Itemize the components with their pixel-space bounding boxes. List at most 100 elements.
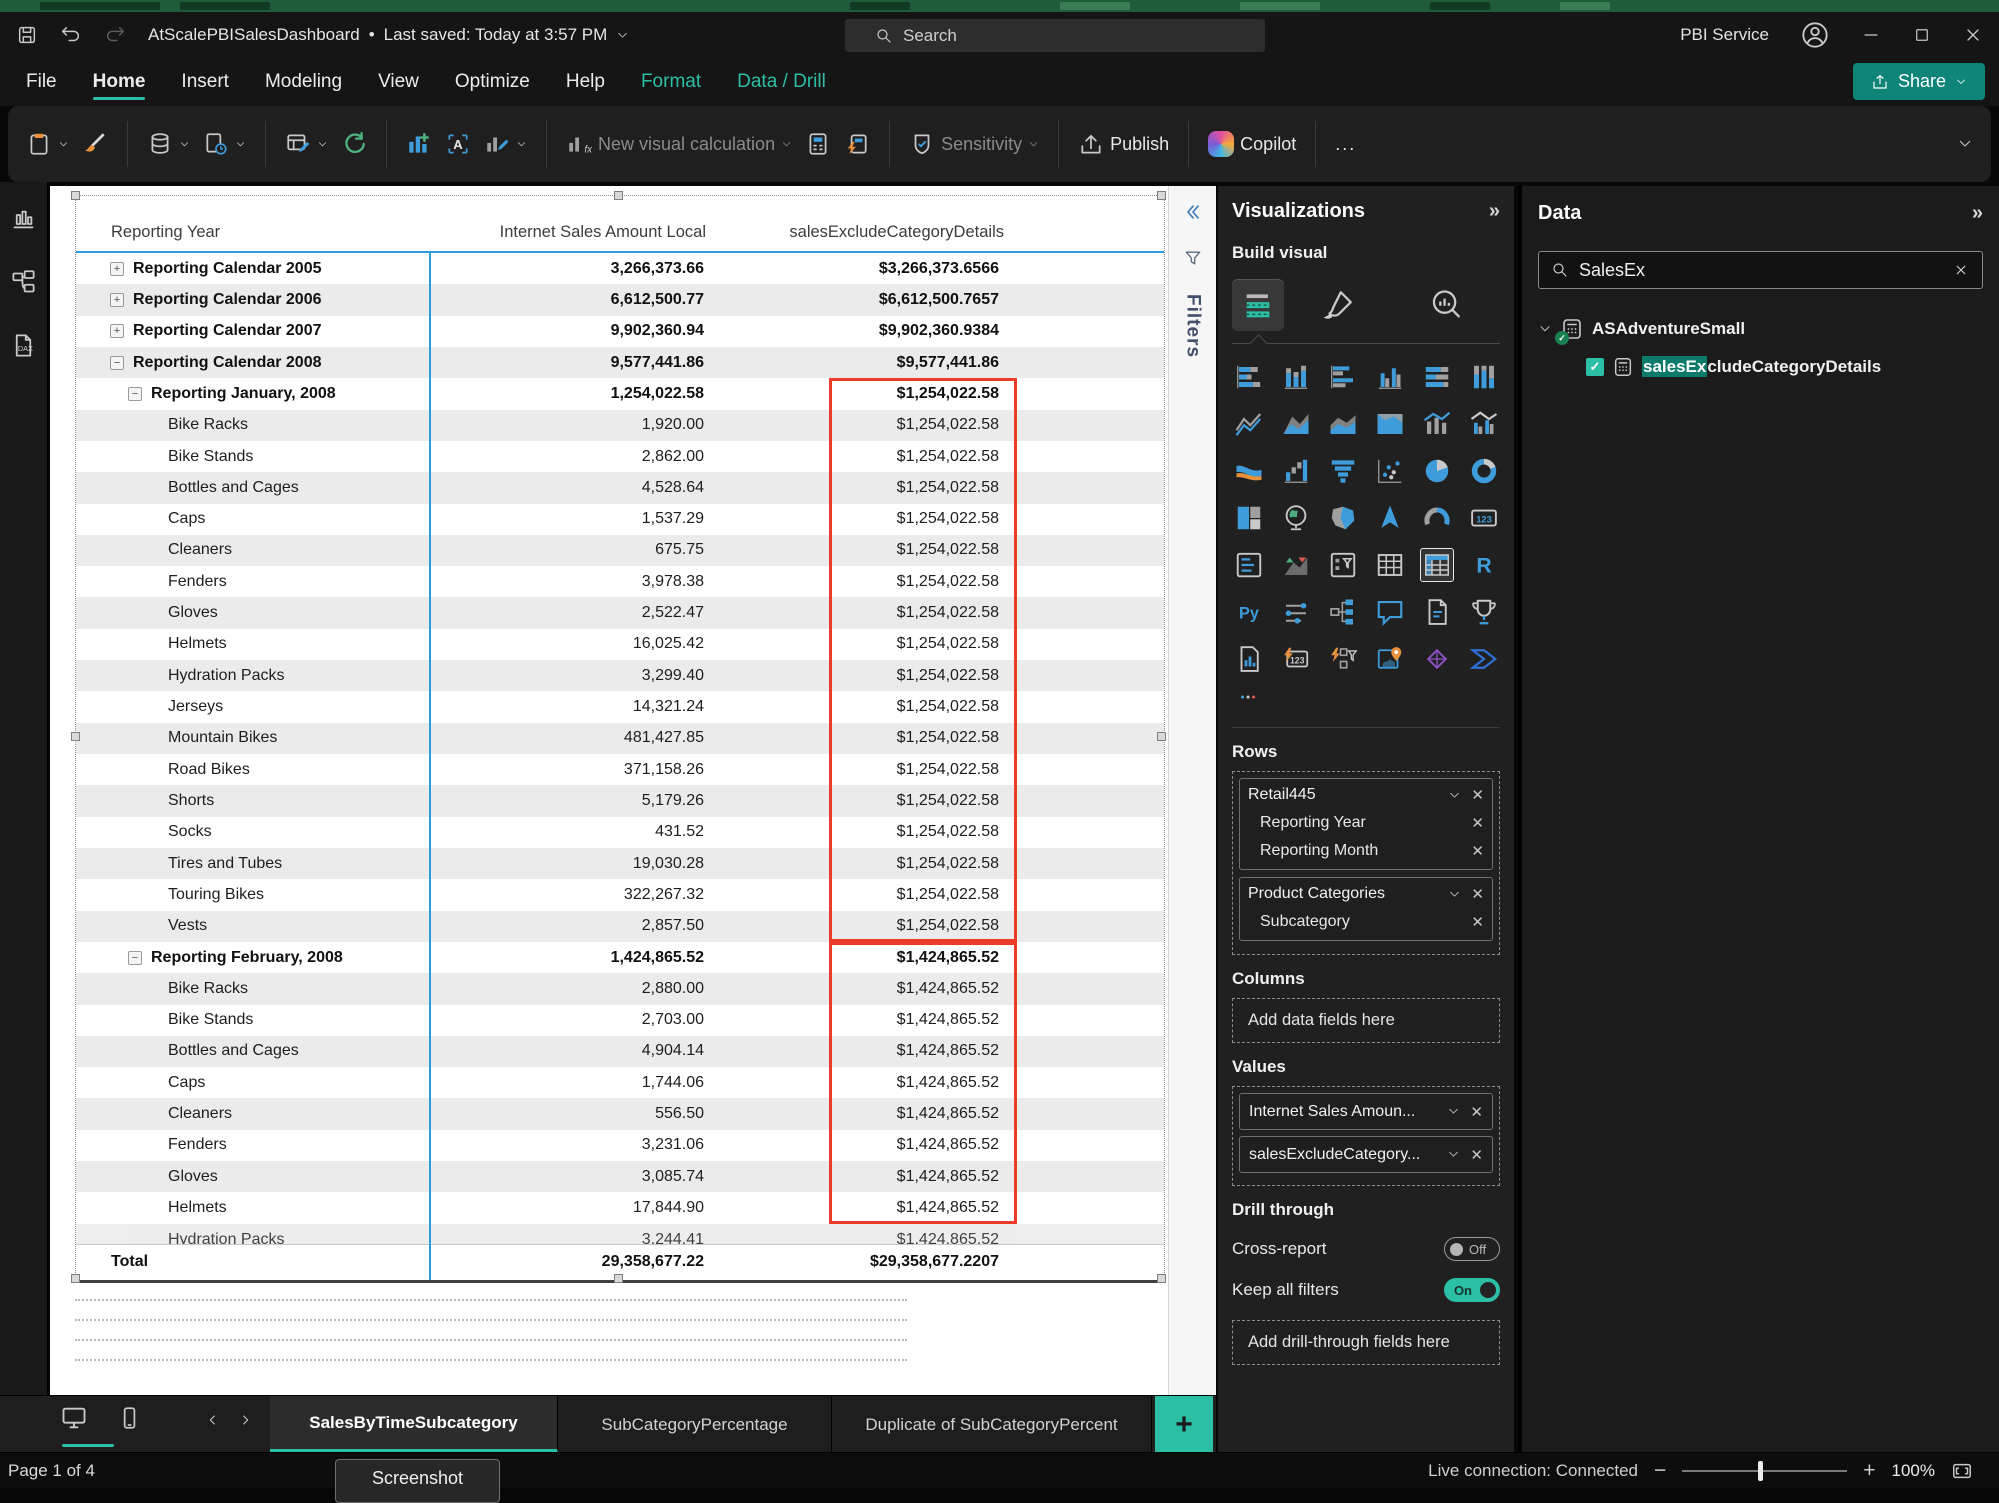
field-group-retail445[interactable]: Retail445 ✕ Reporting Year ✕ Reporting Month… <box>1239 778 1493 870</box>
drill-through-placeholder[interactable]: Add drill-through fields here <box>1232 1320 1500 1365</box>
search-input[interactable] <box>903 25 1203 46</box>
table-row[interactable]: Caps 1,744.06 $1,424,865.52 <box>76 1067 1164 1098</box>
power-automate-flow-icon[interactable] <box>1467 642 1501 676</box>
table-row[interactable]: Bike Racks 2,880.00 $1,424,865.52 <box>76 973 1164 1005</box>
page-tab-duplicate-of-subcategorypercent[interactable]: Duplicate of SubCategoryPercent <box>832 1396 1152 1453</box>
save-icon[interactable] <box>16 24 38 46</box>
values-well[interactable]: Internet Sales Amoun... ✕ salesExcludeCate… <box>1232 1086 1500 1186</box>
new-measure-icon[interactable] <box>805 131 831 157</box>
next-page-icon[interactable] <box>237 1412 253 1428</box>
value-field-internet-sales-amoun[interactable]: Internet Sales Amoun... ✕ <box>1239 1093 1493 1130</box>
donut-chart-icon[interactable] <box>1467 454 1501 488</box>
area-chart-icon[interactable] <box>1279 407 1313 441</box>
field-group-product-categories[interactable]: Product Categories ✕ Subcategory ✕ <box>1239 877 1493 941</box>
resize-handle[interactable] <box>71 732 80 741</box>
zoom-slider[interactable] <box>1682 1461 1848 1481</box>
data-search-input[interactable] <box>1579 259 1942 281</box>
tab-analytics[interactable] <box>1392 288 1500 322</box>
r-script-icon[interactable]: R <box>1467 548 1501 582</box>
table-row[interactable]: Socks 431.52 $1,254,022.58 <box>76 817 1164 848</box>
expand-icon[interactable]: + <box>110 292 124 307</box>
table-row[interactable]: Bike Stands 2,862.00 $1,254,022.58 <box>76 441 1164 472</box>
menu-item-data-drill[interactable]: Data / Drill <box>737 58 826 106</box>
column-header-internet-sales[interactable]: Internet Sales Amount Local <box>429 223 706 242</box>
waterfall-chart-icon[interactable] <box>1279 454 1313 488</box>
model-node[interactable]: ✓ ASAdventureSmall <box>1538 313 1983 345</box>
page-tab-subcategorypercentage[interactable]: SubCategoryPercentage <box>558 1396 832 1453</box>
custom-visual-icon[interactable] <box>1420 642 1454 676</box>
table-row[interactable]: Gloves 3,085.74 $1,424,865.52 <box>76 1161 1164 1193</box>
format-painter-icon[interactable] <box>82 131 108 157</box>
azure-map-icon[interactable] <box>1373 501 1407 535</box>
collapse-visualizations-icon[interactable]: » <box>1489 200 1500 223</box>
stacked-column-chart-icon[interactable] <box>1279 360 1313 394</box>
mobile-view-icon[interactable] <box>116 1405 142 1431</box>
undo-icon[interactable] <box>60 24 82 46</box>
report-canvas[interactable]: Reporting Year Internet Sales Amount Loc… <box>50 186 1168 1395</box>
table-row[interactable]: − Reporting Calendar 2008 9,577,441.86 $9,5… <box>76 346 1164 379</box>
slicer-icon[interactable] <box>1326 548 1360 582</box>
gauge-icon[interactable] <box>1420 501 1454 535</box>
hundred-stacked-area-chart-icon[interactable] <box>1373 407 1407 441</box>
matrix-icon[interactable] <box>1420 548 1454 582</box>
qa-visual-icon[interactable] <box>1373 595 1407 629</box>
publish-button[interactable]: Publish <box>1078 131 1169 157</box>
menu-item-home[interactable]: Home <box>92 58 145 106</box>
menu-item-optimize[interactable]: Optimize <box>455 58 530 106</box>
desktop-view-icon[interactable] <box>60 1404 88 1432</box>
expand-icon[interactable]: + <box>110 261 124 276</box>
cross-report-toggle[interactable]: Off <box>1444 1237 1500 1261</box>
hundred-stacked-column-chart-icon[interactable] <box>1467 360 1501 394</box>
line-stacked-column-chart-icon[interactable] <box>1420 407 1454 441</box>
document-title[interactable]: AtScalePBISalesDashboard • Last saved: T… <box>148 25 629 45</box>
report-view-icon[interactable] <box>10 206 37 233</box>
chevron-down-icon[interactable] <box>1447 1148 1460 1161</box>
clustered-column-chart-icon[interactable] <box>1373 360 1407 394</box>
tab-build-visual[interactable] <box>1232 279 1284 331</box>
table-row[interactable]: − Reporting January, 2008 1,254,022.58 $1,2… <box>76 378 1164 409</box>
collapse-icon[interactable]: − <box>128 950 142 965</box>
keep-all-filters-toggle[interactable]: On <box>1444 1278 1500 1302</box>
field-item-reporting-month[interactable]: Reporting Month ✕ <box>1248 837 1484 865</box>
table-row[interactable]: + Reporting Calendar 2006 6,612,500.77 $6,6… <box>76 284 1164 316</box>
table-row[interactable]: Hydration Packs 3,299.40 $1,254,022.58 <box>76 660 1164 692</box>
previous-page-icon[interactable] <box>205 1412 221 1428</box>
python-script-icon[interactable]: Py <box>1232 595 1266 629</box>
chevron-down-icon[interactable] <box>1538 322 1552 336</box>
minimize-icon[interactable] <box>1861 25 1881 45</box>
chevron-down-icon[interactable] <box>1447 1105 1460 1118</box>
table-row[interactable]: Fenders 3,978.38 $1,254,022.58 <box>76 566 1164 597</box>
hundred-stacked-bar-chart-icon[interactable] <box>1420 360 1454 394</box>
resize-handle[interactable] <box>1157 1274 1166 1283</box>
fit-to-page-icon[interactable] <box>1951 1460 1973 1482</box>
table-row[interactable]: Gloves 2,522.47 $1,254,022.58 <box>76 597 1164 629</box>
resize-handle[interactable] <box>614 191 623 200</box>
remove-field-icon[interactable]: ✕ <box>1471 786 1484 804</box>
table-row[interactable]: Fenders 3,231.06 $1,424,865.52 <box>76 1130 1164 1161</box>
scatter-chart-icon[interactable] <box>1373 454 1407 488</box>
remove-field-icon[interactable]: ✕ <box>1471 913 1484 931</box>
filters-pane-collapsed[interactable]: Filters <box>1168 186 1216 1395</box>
table-row[interactable]: Jerseys 14,321.24 $1,254,022.58 <box>76 691 1164 722</box>
power-apps-icon[interactable]: 123 <box>1279 642 1313 676</box>
rows-well[interactable]: Retail445 ✕ Reporting Year ✕ Reporting Month… <box>1232 771 1500 955</box>
zoom-slider-handle[interactable] <box>1758 1461 1764 1481</box>
table-row[interactable]: Helmets 16,025.42 $1,254,022.58 <box>76 629 1164 660</box>
menu-item-insert[interactable]: Insert <box>181 58 229 106</box>
menu-item-modeling[interactable]: Modeling <box>265 58 342 106</box>
table-row[interactable]: Caps 1,537.29 $1,254,022.58 <box>76 504 1164 535</box>
resize-handle[interactable] <box>614 1274 623 1283</box>
smart-narrative-icon[interactable] <box>1420 595 1454 629</box>
ribbon-more-button[interactable]: ... <box>1335 134 1356 155</box>
global-search[interactable] <box>845 19 1265 52</box>
get-data-button[interactable] <box>147 131 190 157</box>
more-visual-options-icon[interactable] <box>1232 686 1500 713</box>
resize-handle[interactable] <box>71 191 80 200</box>
column-header-reporting-year[interactable]: Reporting Year <box>76 223 429 242</box>
table-row[interactable]: Bike Racks 1,920.00 $1,254,022.58 <box>76 409 1164 441</box>
zoom-out-button[interactable]: − <box>1654 1460 1666 1481</box>
table-row[interactable]: + Reporting Calendar 2005 3,266,373.66 $3,2… <box>76 253 1164 284</box>
page-tab-salesbytimesubcategory[interactable]: SalesByTimeSubcategory <box>270 1396 558 1453</box>
columns-well-placeholder[interactable]: Add data fields here <box>1232 998 1500 1043</box>
text-box-icon[interactable]: A <box>445 131 471 157</box>
